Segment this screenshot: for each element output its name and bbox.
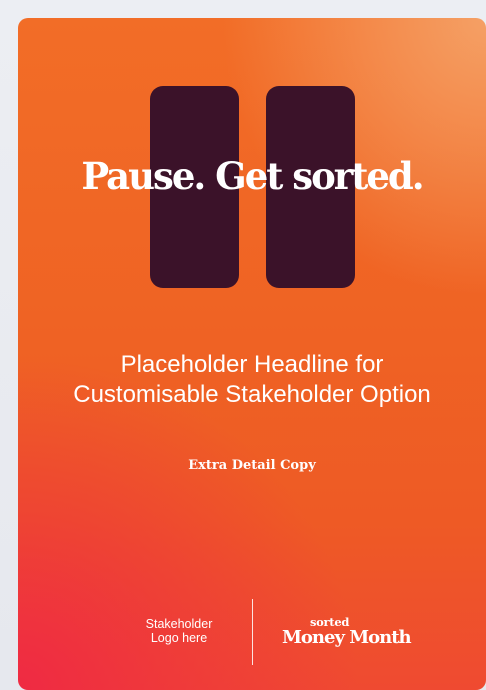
headline-line-1: Placeholder Headline for: [120, 351, 384, 378]
headline-line-2: Customisable Stakeholder Option: [73, 381, 431, 408]
logo-divider: [252, 599, 253, 665]
stakeholder-line-2: Logo here: [150, 631, 208, 645]
placeholder-headline: Placeholder Headline for Customisable St…: [18, 350, 486, 410]
stakeholder-logo-placeholder: Stakeholder Logo here: [132, 617, 226, 645]
brand-money-month: Money Month: [282, 627, 412, 648]
stakeholder-line-1: Stakeholder: [145, 617, 213, 631]
hero-title: Pause. Get sorted.: [81, 154, 424, 198]
campaign-poster: Pause. Get sorted. Placeholder Headline …: [18, 18, 486, 690]
sorted-money-month-logo: sorted Money Month: [282, 616, 412, 648]
extra-detail-copy: Extra Detail Copy: [188, 458, 316, 473]
